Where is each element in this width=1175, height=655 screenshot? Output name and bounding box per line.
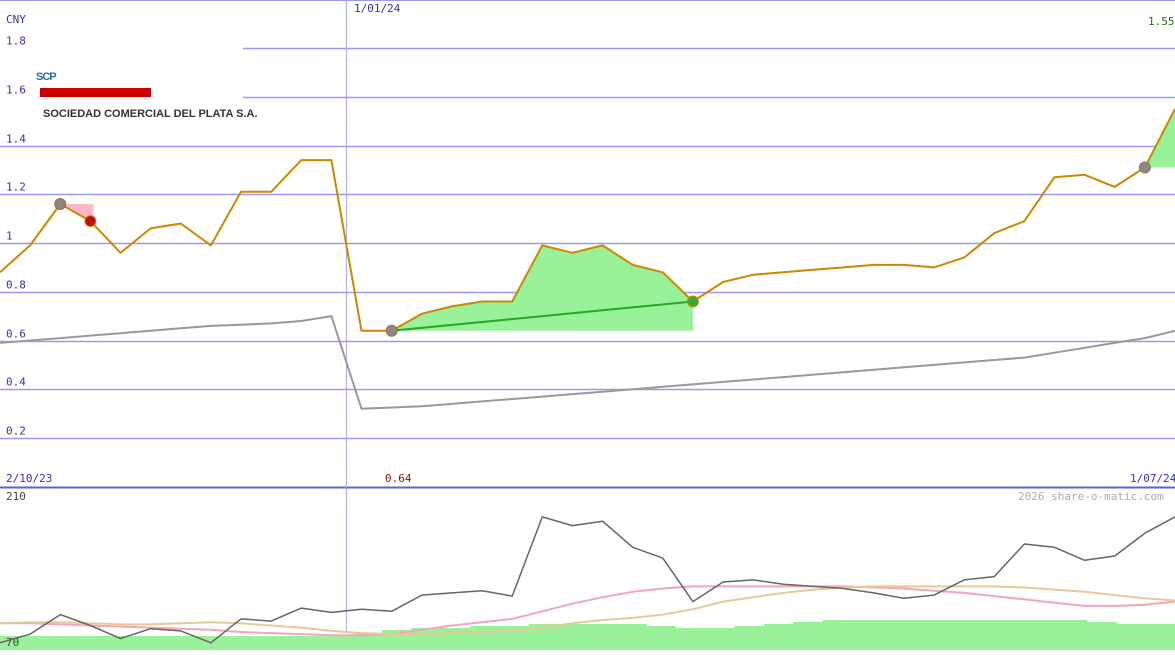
highlight-areas: [60, 108, 1175, 332]
end-date-label: 1/07/24: [1130, 472, 1175, 485]
company-logo: SCP SOCIEDAD COMERCIAL DEL PLATA S.A.: [30, 30, 258, 125]
volume-bar: [851, 620, 882, 650]
y-tick-label: 0.2: [6, 425, 26, 438]
volume-bar: [470, 626, 500, 650]
volume-bar: [940, 620, 970, 650]
price-marker-red: [84, 215, 97, 228]
volume-bar: [881, 620, 912, 650]
volume-bar: [88, 636, 118, 650]
price-chart: 0.2 0.4 0.6 0.8 1 1.2 1.4 1.6 1.8 21070 CNY 1/01…: [0, 0, 1175, 650]
last-price-label: 1.55: [1148, 15, 1175, 28]
volume-bar: [235, 636, 265, 650]
volume-bar: [734, 626, 765, 650]
volume-bar: [1145, 624, 1175, 650]
volume-bar: [440, 628, 471, 650]
indicator-panel: 21070: [0, 490, 1175, 650]
volume-bar: [969, 620, 1000, 650]
y-tick-label: 0.8: [6, 279, 26, 292]
volume-bar: [1116, 624, 1147, 650]
logo-red-bar: [40, 88, 151, 97]
volume-bar: [646, 626, 677, 650]
volume-bar: [1028, 620, 1058, 650]
volume-bar: [29, 636, 60, 650]
indicator-tick-label: 210: [6, 490, 26, 503]
currency-label: CNY: [6, 13, 26, 26]
volume-bar: [822, 620, 853, 650]
start-date-label: 2/10/23: [6, 472, 52, 485]
volume-bar: [176, 636, 207, 650]
volume-bar: [998, 620, 1029, 650]
y-tick-label: 1.8: [6, 35, 26, 48]
watermark: 2026 share-o-matic.com: [1018, 490, 1164, 503]
volume-bar: [146, 636, 177, 650]
volume-bar: [616, 624, 647, 650]
top-date-label: 1/01/24: [354, 2, 401, 15]
volume-bar: [264, 636, 295, 650]
price-marker-green: [686, 295, 699, 308]
y-tick-label: 1.4: [6, 133, 26, 146]
volume-bar: [910, 620, 941, 650]
price-marker-grey: [385, 324, 398, 337]
y-tick-label: 0.6: [6, 328, 26, 341]
logo-company-name: SOCIEDAD COMERCIAL DEL PLATA S.A.: [43, 108, 258, 120]
volume-bar: [58, 636, 89, 650]
gain-area: [391, 245, 693, 331]
y-tick-label: 0.4: [6, 376, 26, 389]
volume-bar: [1057, 620, 1088, 650]
volume-bar: [293, 636, 324, 650]
y-tick-label: 1: [6, 230, 13, 243]
cursor-value-label: 0.64: [385, 472, 412, 485]
volume-bar: [352, 634, 383, 650]
volume-bar: [587, 624, 618, 650]
volume-bar: [675, 628, 706, 650]
volume-bar: [763, 624, 794, 650]
y-tick-label: 1.2: [6, 181, 26, 194]
volume-bar: [793, 622, 823, 650]
logo-mark: SCP: [36, 71, 56, 83]
chart-stage: 0.2 0.4 0.6 0.8 1 1.2 1.4 1.6 1.8 210 70 CNY 1/01…: [0, 0, 1175, 650]
y-tick-label: 1.6: [6, 84, 26, 97]
volume-bar: [323, 636, 353, 650]
volume-bar: [558, 624, 588, 650]
price-marker-grey: [54, 198, 67, 210]
volume-bar: [1086, 622, 1117, 650]
series-lines: [0, 108, 1175, 644]
volume-bar: [705, 628, 735, 650]
price-marker-grey: [1138, 161, 1151, 174]
